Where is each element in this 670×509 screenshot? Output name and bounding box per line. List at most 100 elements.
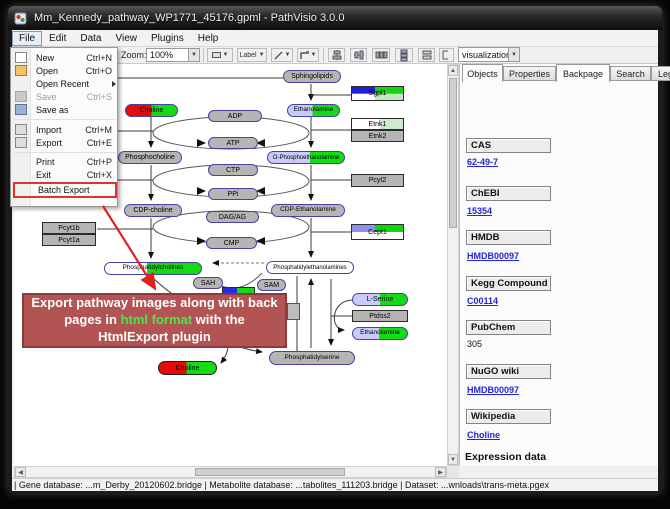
distribute-vertical-icon bbox=[399, 50, 409, 61]
canvas-hscrollbar[interactable]: ◀ ▶ bbox=[14, 466, 447, 478]
menu-item-open-recent[interactable]: Open Recent bbox=[11, 77, 119, 90]
node-sphingolipids[interactable]: Sphingolipids bbox=[283, 70, 341, 83]
chebi-link[interactable]: 15354 bbox=[467, 206, 492, 216]
open-folder-icon bbox=[15, 65, 27, 76]
menu-bar: File Edit Data View Plugins Help bbox=[12, 30, 658, 47]
node-dag-ag[interactable]: DAG/AG bbox=[206, 211, 259, 223]
align-center-x-button[interactable] bbox=[328, 48, 345, 62]
node-atp[interactable]: ATP bbox=[208, 137, 258, 149]
node-cmp[interactable]: CMP bbox=[206, 237, 257, 249]
node-phosphatidylserine[interactable]: Phosphatidylserine bbox=[269, 351, 355, 365]
match-height-icon bbox=[442, 50, 451, 60]
menu-plugins[interactable]: Plugins bbox=[144, 31, 191, 46]
menu-item-batch-export[interactable]: Batch Export bbox=[13, 182, 117, 198]
align-center-y-button[interactable] bbox=[350, 48, 367, 62]
line-tool-button[interactable]: ▼ bbox=[271, 48, 293, 62]
menu-item-open[interactable]: Open Ctrl+O bbox=[11, 64, 119, 77]
menu-item-import[interactable]: Import Ctrl+M bbox=[11, 123, 119, 136]
node-o-phosphoethanolamine[interactable]: O-Phosphoethanolamine bbox=[267, 151, 345, 164]
hscroll-thumb[interactable] bbox=[195, 468, 345, 476]
gene-box-partial[interactable] bbox=[287, 303, 300, 320]
tab-search[interactable]: Search bbox=[610, 66, 651, 81]
menu-view[interactable]: View bbox=[108, 31, 144, 46]
menu-item-save[interactable]: Save Ctrl+S bbox=[11, 90, 119, 103]
gene-pcyt1a[interactable]: Pcyt1a bbox=[42, 234, 96, 246]
kegg-link[interactable]: C00114 bbox=[467, 296, 498, 306]
tab-label: Objects bbox=[467, 69, 498, 79]
menu-shortcut: Ctrl+O bbox=[86, 66, 112, 76]
visualization-combobox[interactable]: visualization ▼ bbox=[458, 47, 520, 62]
tab-properties[interactable]: Properties bbox=[503, 66, 556, 81]
tab-legend[interactable]: Legend bbox=[651, 66, 670, 81]
menu-edit[interactable]: Edit bbox=[42, 31, 73, 46]
tab-label: Backpage bbox=[563, 69, 603, 79]
distribute-horizontal-button[interactable] bbox=[372, 48, 390, 62]
node-phosphatidylcholines[interactable]: Phosphatidylcholines bbox=[104, 262, 202, 275]
gene-tool-button[interactable]: ▼ bbox=[207, 48, 233, 62]
node-adp[interactable]: ADP bbox=[208, 110, 262, 122]
node-phosphatidylethanolamines[interactable]: Phosphatidylethanolamines bbox=[266, 261, 354, 274]
chevron-down-icon[interactable]: ▼ bbox=[508, 48, 519, 61]
node-cdp-ethanolamine[interactable]: CDP-Ethanolamine bbox=[271, 204, 345, 217]
label-tool-button[interactable]: Label ▼ bbox=[237, 48, 267, 62]
node-ppi[interactable]: PPi bbox=[208, 188, 258, 200]
match-width-icon bbox=[422, 50, 432, 60]
pubchem-value: 305 bbox=[467, 339, 482, 349]
line-icon bbox=[274, 51, 283, 60]
gene-sgpl1[interactable]: Sgpl1 bbox=[351, 86, 404, 101]
label-tool-text: Label bbox=[239, 52, 256, 59]
match-width-button[interactable] bbox=[418, 48, 435, 62]
gene-etnk2[interactable]: Etnk2 bbox=[351, 130, 404, 142]
nugo-link[interactable]: HMDB00097 bbox=[467, 385, 519, 395]
gene-pcyt2[interactable]: Pcyt2 bbox=[351, 174, 404, 187]
gene-ptdss2[interactable]: Ptdss2 bbox=[352, 310, 408, 322]
node-ctp[interactable]: CTP bbox=[208, 164, 258, 176]
gene-pcyt1b[interactable]: Pcyt1b bbox=[42, 222, 96, 234]
canvas-vscrollbar[interactable]: ▲ ▼ bbox=[447, 64, 459, 466]
menu-item-label: Batch Export bbox=[38, 185, 90, 195]
node-choline[interactable]: Choline bbox=[125, 104, 178, 117]
export-icon bbox=[15, 137, 27, 148]
distribute-vertical-button[interactable] bbox=[395, 48, 413, 62]
toolbar-separator bbox=[203, 48, 204, 62]
gene-cept1[interactable]: Cept1 bbox=[351, 224, 404, 240]
menu-help[interactable]: Help bbox=[191, 31, 226, 46]
node-phosphocholine[interactable]: Phosphocholine bbox=[118, 151, 182, 164]
chevron-down-icon: ▼ bbox=[259, 52, 265, 58]
gene-etnk1[interactable]: Etnk1 bbox=[351, 118, 404, 130]
zoom-combobox[interactable]: 100% ▼ bbox=[146, 48, 200, 62]
title-bar[interactable]: Mm_Kennedy_pathway_WP1771_45176.gpml - P… bbox=[8, 6, 662, 30]
vscroll-thumb[interactable] bbox=[449, 78, 457, 228]
node-l-serine[interactable]: L-Serine bbox=[352, 293, 408, 306]
menu-item-label: Exit bbox=[36, 170, 51, 180]
tab-backpage[interactable]: Backpage bbox=[556, 64, 610, 82]
tab-objects[interactable]: Objects bbox=[462, 64, 503, 82]
section-wikipedia: Wikipedia bbox=[466, 409, 551, 424]
tab-label: Search bbox=[616, 69, 645, 79]
connector-tool-button[interactable]: ▼ bbox=[297, 48, 319, 62]
hmdb-link[interactable]: HMDB00097 bbox=[467, 251, 519, 261]
node-choline-selected[interactable]: Choline bbox=[158, 361, 217, 375]
scroll-left-icon[interactable]: ◀ bbox=[15, 467, 26, 477]
node-sah[interactable]: SAH bbox=[193, 277, 223, 289]
save-icon bbox=[15, 91, 27, 102]
wikipedia-link[interactable]: Choline bbox=[467, 430, 500, 440]
menu-item-exit[interactable]: Exit Ctrl+X bbox=[11, 168, 119, 181]
cas-link[interactable]: 62-49-7 bbox=[467, 157, 498, 167]
menu-item-save-as[interactable]: Save as bbox=[11, 103, 119, 116]
node-sam[interactable]: SAM bbox=[257, 279, 286, 291]
menu-item-print[interactable]: Print Ctrl+P bbox=[11, 155, 119, 168]
scroll-right-icon[interactable]: ▶ bbox=[435, 467, 446, 477]
menu-item-label: Export bbox=[36, 138, 62, 148]
menu-item-new[interactable]: New Ctrl+N bbox=[11, 51, 119, 64]
node-cdp-choline[interactable]: CDP-choline bbox=[124, 204, 182, 217]
node-ethanolamine[interactable]: Ethanolamine bbox=[287, 104, 340, 117]
node-ethanolamine-2[interactable]: Ethanolamine bbox=[352, 327, 408, 340]
menu-item-export[interactable]: Export Ctrl+E bbox=[11, 136, 119, 149]
menu-file[interactable]: File bbox=[12, 31, 42, 46]
scroll-down-icon[interactable]: ▼ bbox=[448, 454, 458, 465]
chevron-down-icon[interactable]: ▼ bbox=[188, 49, 199, 61]
menu-data[interactable]: Data bbox=[73, 31, 108, 46]
match-height-button[interactable] bbox=[439, 48, 454, 62]
scroll-up-icon[interactable]: ▲ bbox=[448, 65, 458, 76]
